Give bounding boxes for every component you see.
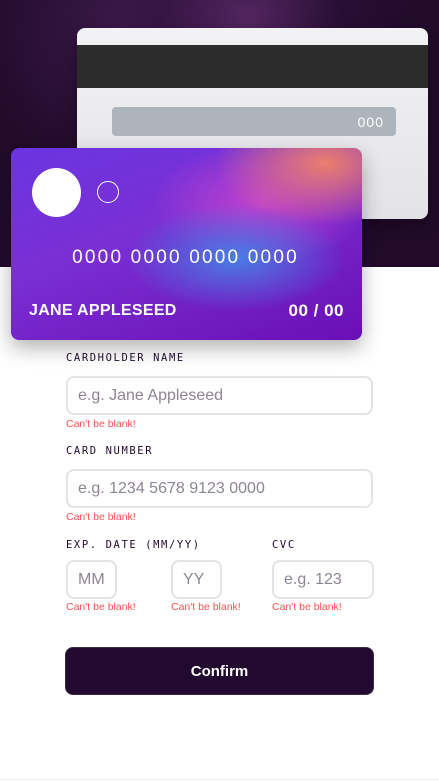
cardholder-name-input[interactable] (66, 376, 373, 415)
card-front-expiry: 00 / 00 (288, 301, 344, 320)
card-number-error: Can't be blank! (66, 511, 136, 523)
magnetic-stripe (77, 45, 428, 88)
cardholder-name-field: Cardholder Name Can't be blank! (66, 352, 373, 430)
cvc-error: Can't be blank! (272, 601, 342, 613)
cardholder-name-label: Cardholder Name (66, 352, 185, 364)
card-back-cvc-value: 000 (357, 114, 384, 130)
card-logo-circle-outline-icon (97, 181, 119, 203)
page: 000 0000 0000 0000 0000 JANE APPLESEED 0… (0, 0, 439, 782)
exp-year-input[interactable] (171, 560, 222, 599)
card-front: 0000 0000 0000 0000 JANE APPLESEED 00 / … (11, 148, 362, 340)
exp-month-error: Can't be blank! (66, 601, 136, 613)
exp-date-label: Exp. Date (MM/YY) (66, 539, 201, 551)
exp-month-input[interactable] (66, 560, 117, 599)
card-number-input[interactable] (66, 469, 373, 508)
card-logo-circle-filled-icon (32, 168, 81, 217)
cvc-input[interactable] (272, 560, 374, 599)
card-number-field: Card Number Can't be blank! (66, 445, 373, 523)
card-back-cvc-box: 000 (112, 107, 396, 136)
bottom-divider (0, 779, 439, 780)
cardholder-name-error: Can't be blank! (66, 418, 136, 430)
card-number-label: Card Number (66, 445, 154, 457)
card-front-number: 0000 0000 0000 0000 (72, 247, 299, 268)
confirm-button[interactable]: Confirm (66, 648, 373, 694)
exp-year-error: Can't be blank! (171, 601, 241, 613)
card-front-name: JANE APPLESEED (29, 302, 177, 319)
cvc-label: CVC (272, 539, 296, 551)
